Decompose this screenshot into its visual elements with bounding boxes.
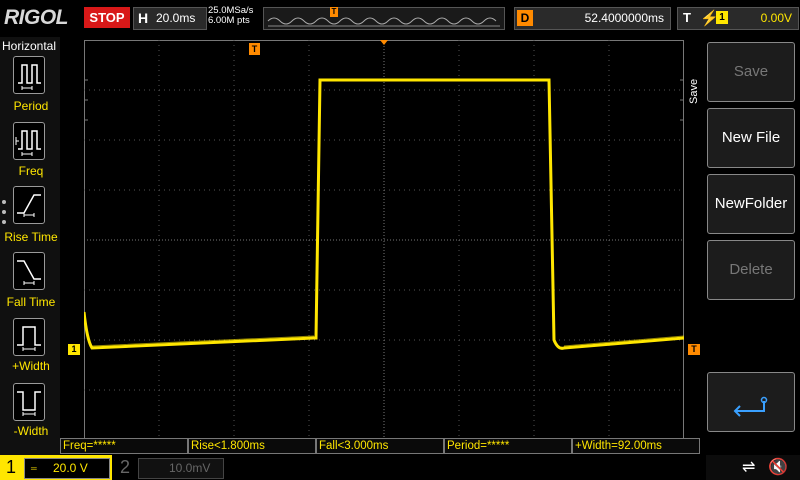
freq-label: Freq	[18, 164, 44, 178]
new-file-button[interactable]: New File	[707, 108, 795, 168]
delete-button[interactable]: Delete	[707, 240, 795, 300]
memory-overview[interactable]: T	[263, 7, 505, 30]
channel-2-scale: 10.0mV	[169, 461, 211, 475]
acquisition-info: 25.0MSa/s 6.00M pts	[208, 6, 253, 26]
return-arrow-icon	[733, 396, 768, 417]
horizontal-label: H	[138, 10, 149, 26]
save-button-label: Save	[733, 63, 769, 80]
fall-time-label: Fall Time	[6, 295, 56, 309]
trigger-level: 0.00V	[760, 11, 792, 25]
frequency-button[interactable]	[13, 122, 45, 160]
channel-1-scale-box: ═ 20.0 V	[24, 458, 110, 479]
period-label: Period	[13, 99, 49, 113]
left-menu-title: Horizontal	[2, 39, 57, 53]
trigger-display[interactable]: T ⚡ 1 0.00V	[677, 7, 799, 30]
trigger-source: 1	[716, 11, 728, 24]
delay-label: D	[517, 10, 533, 26]
usb-icon: ⇌	[742, 459, 756, 476]
run-stop-indicator[interactable]: STOP	[84, 7, 130, 28]
measurement-fall-time: Fall<3.000ms	[316, 438, 444, 454]
channel-1-number: 1	[6, 457, 17, 477]
trigger-position-flag: T	[249, 43, 260, 55]
scroll-dot	[2, 210, 6, 214]
coupling-icon: ═	[31, 464, 37, 473]
memory-trigger-marker: T	[330, 7, 338, 17]
measurement-period: Period=*****	[444, 438, 572, 454]
trigger-level-marker[interactable]: T	[688, 344, 700, 355]
return-button[interactable]	[707, 372, 795, 432]
delay-value: 52.4000000ms	[584, 11, 664, 25]
delete-label: Delete	[729, 261, 773, 278]
delay-display[interactable]: D 52.4000000ms	[514, 7, 671, 30]
period-button[interactable]	[13, 56, 45, 94]
save-menu-title: Save	[688, 78, 700, 104]
system-status: ⇌ 🔇	[706, 455, 800, 480]
rise-time-icon	[17, 194, 41, 217]
measurement-positive-width: +Width=92.00ms	[572, 438, 700, 454]
timebase-display[interactable]: H 20.0ms	[133, 7, 207, 30]
memory-waveform-overview	[267, 17, 500, 27]
period-icon	[18, 64, 41, 90]
new-folder-label: NewFolder	[714, 195, 788, 212]
negative-width-icon	[17, 391, 41, 416]
trigger-label: T	[683, 10, 691, 25]
sound-muted-icon[interactable]: 🔇	[768, 457, 788, 477]
ch1-ground-marker[interactable]: 1	[68, 344, 80, 355]
channel-2-number: 2	[120, 457, 131, 477]
timebase-value: 20.0ms	[156, 11, 196, 25]
scroll-dot	[2, 220, 6, 224]
channel-2-status[interactable]: 2 10.0mV	[114, 455, 226, 480]
channel-1-status[interactable]: 1 ═ 20.0 V	[0, 455, 112, 480]
positive-width-button[interactable]	[13, 318, 45, 356]
new-folder-button[interactable]: NewFolder	[707, 174, 795, 234]
negative-width-label: -Width	[13, 424, 49, 438]
memory-depth: 6.00M pts	[208, 15, 250, 26]
rise-time-label: Rise Time	[4, 230, 58, 244]
new-file-label: New File	[721, 129, 781, 146]
measurement-frequency: Freq=*****	[60, 438, 188, 454]
frequency-icon	[15, 130, 41, 156]
channel-1-scale: 20.0 V	[53, 461, 88, 475]
brand-logo: RIGOL	[4, 6, 69, 29]
channel-2-scale-box: 10.0mV	[138, 458, 224, 479]
positive-width-label: +Width	[12, 359, 50, 373]
positive-width-icon	[17, 326, 41, 351]
scroll-dot	[2, 200, 6, 204]
negative-width-button[interactable]	[13, 383, 45, 421]
waveform-display[interactable]	[84, 40, 684, 440]
measurement-rise-time: Rise<1.800ms	[188, 438, 316, 454]
fall-time-icon	[17, 260, 41, 285]
rise-time-button[interactable]	[13, 186, 45, 224]
save-button[interactable]: Save	[707, 42, 795, 102]
fall-time-button[interactable]	[13, 252, 45, 290]
